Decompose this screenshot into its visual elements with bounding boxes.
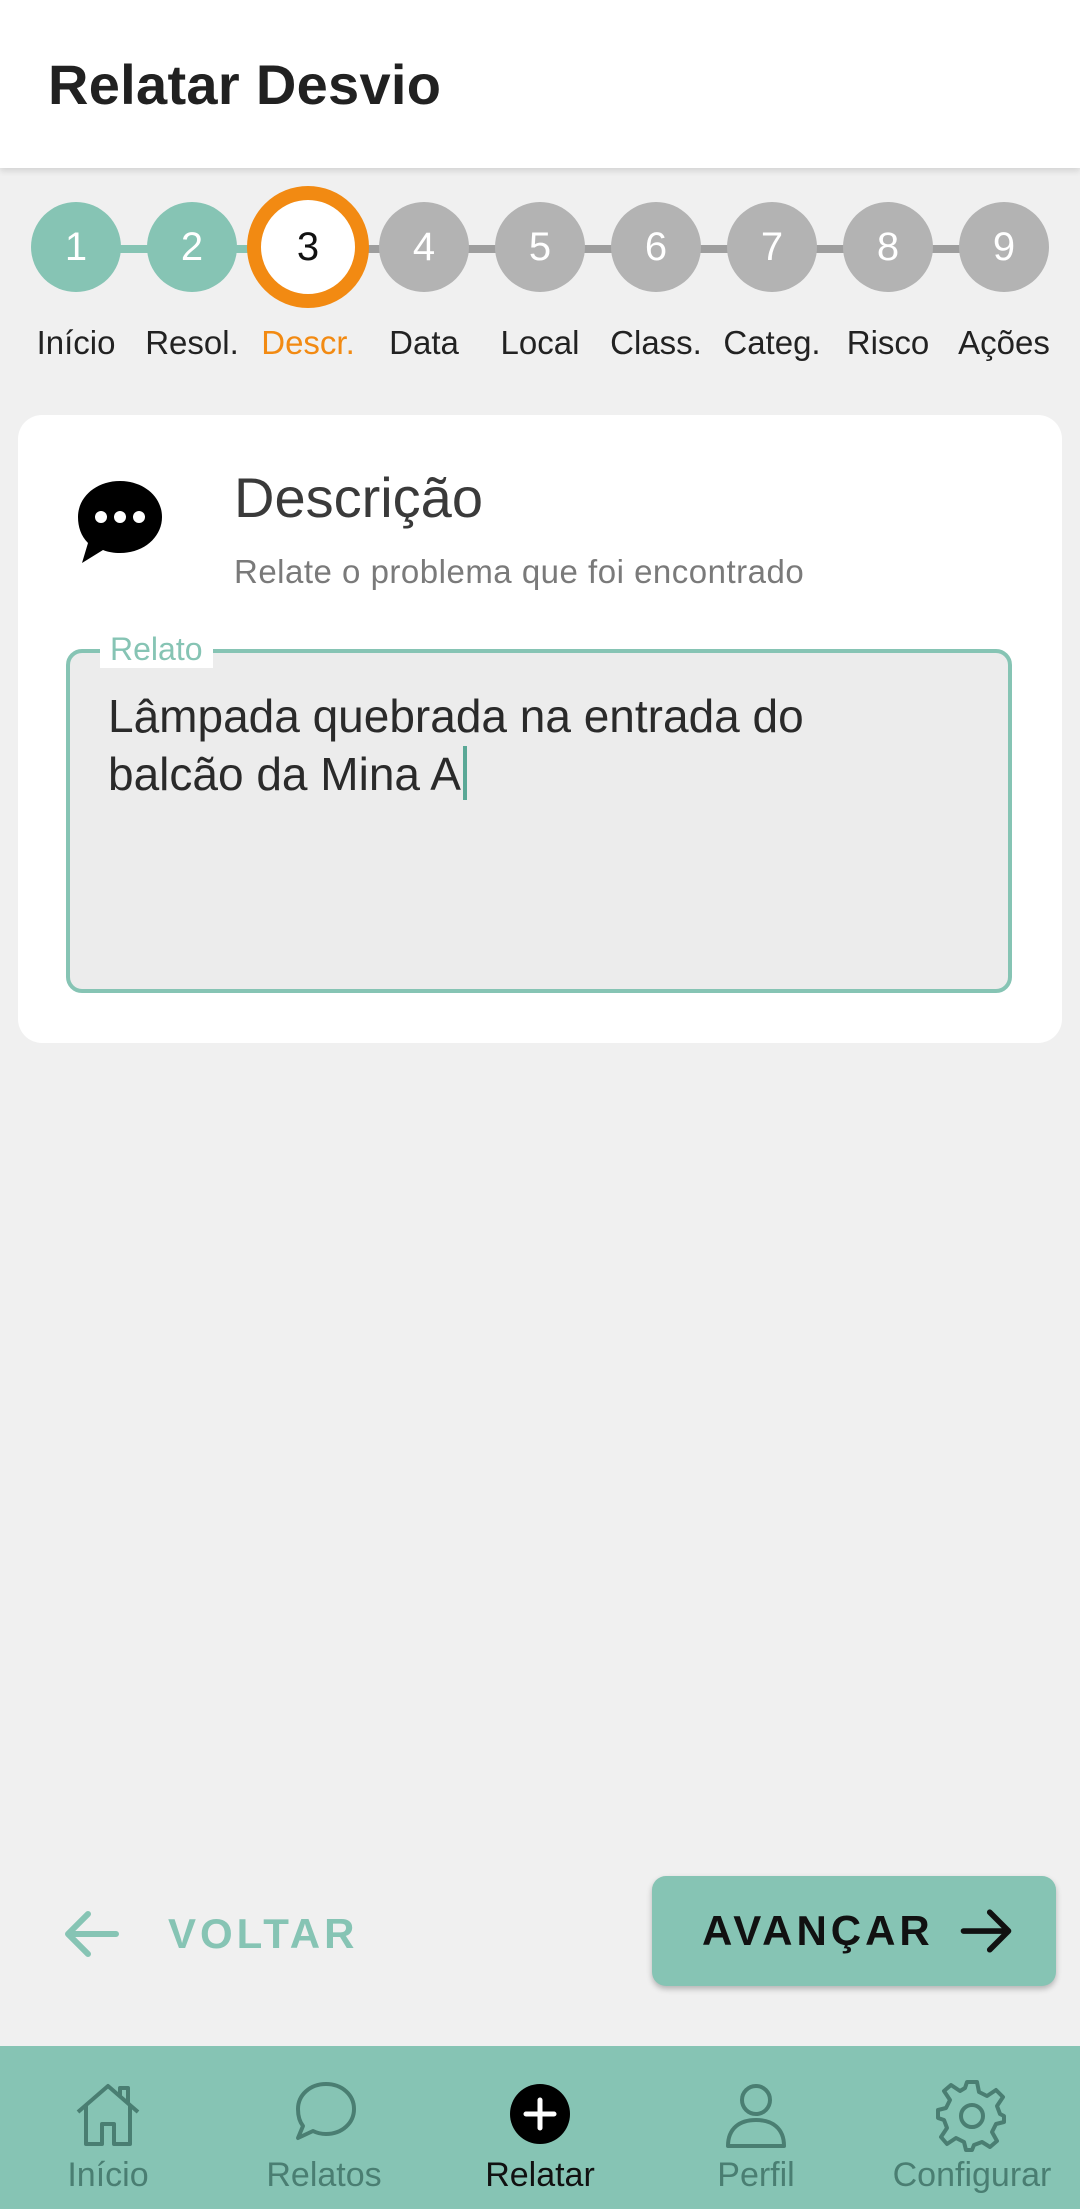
page-title: Relatar Desvio xyxy=(48,53,442,116)
step-number: 2 xyxy=(147,202,237,292)
nav-item-configurar[interactable]: Configurar xyxy=(864,2046,1080,2209)
step-7[interactable]: 7 Categ. xyxy=(714,180,830,380)
person-icon xyxy=(726,2084,786,2148)
step-number: 6 xyxy=(611,202,701,292)
progress-stepper: 1 Início 2 Resol. 3 Descr. 4 Data 5 Loca… xyxy=(0,180,1080,380)
nav-label: Relatar xyxy=(485,2156,595,2194)
step-number: 3 xyxy=(247,186,369,308)
home-icon xyxy=(76,2084,140,2146)
nav-item-inicio[interactable]: Início xyxy=(0,2046,216,2209)
step-2[interactable]: 2 Resol. xyxy=(134,180,250,380)
app-header: Relatar Desvio xyxy=(0,0,1080,168)
arrow-right-icon xyxy=(960,1909,1012,1953)
next-button[interactable]: AVANÇAR xyxy=(652,1876,1056,1986)
card-title: Descrição xyxy=(234,466,483,529)
step-8[interactable]: 8 Risco xyxy=(830,180,946,380)
relato-line-2: balcão da Mina A xyxy=(108,748,461,800)
nav-label: Início xyxy=(67,2156,149,2194)
chat-bubble-dots-icon xyxy=(78,481,162,563)
nav-label: Configurar xyxy=(892,2156,1052,2194)
nav-label: Perfil xyxy=(717,2156,795,2194)
next-button-label: AVANÇAR xyxy=(702,1907,934,1954)
step-number: 5 xyxy=(495,202,585,292)
nav-item-relatar[interactable]: Relatar xyxy=(432,2046,648,2209)
description-card: Descrição Relate o problema que foi enco… xyxy=(18,415,1062,1043)
step-label: Ações xyxy=(958,324,1050,361)
relato-line-1: Lâmpada quebrada na entrada do xyxy=(108,690,804,742)
nav-item-relatos[interactable]: Relatos xyxy=(216,2046,432,2209)
app-screen: Relatar Desvio 1 Início 2 Resol. 3 Descr… xyxy=(0,0,1080,2209)
bottom-navigation: Início Relatos Relatar Perfil Configurar xyxy=(0,2046,1080,2209)
relato-textarea[interactable]: Relato Lâmpada quebrada na entrada do ba… xyxy=(66,631,1012,993)
back-button-label: VOLTAR xyxy=(168,1910,359,1957)
gear-icon xyxy=(936,2080,1006,2152)
step-4[interactable]: 4 Data xyxy=(366,180,482,380)
step-number: 9 xyxy=(959,202,1049,292)
step-3[interactable]: 3 Descr. xyxy=(247,180,369,380)
text-cursor xyxy=(462,746,467,800)
chat-icon xyxy=(296,2082,356,2140)
relato-field-label: Relato xyxy=(100,631,213,668)
step-number: 7 xyxy=(727,202,817,292)
step-number: 4 xyxy=(379,202,469,292)
nav-item-perfil[interactable]: Perfil xyxy=(648,2046,864,2209)
nav-label: Relatos xyxy=(266,2156,382,2194)
step-6[interactable]: 6 Class. xyxy=(598,180,714,380)
step-5[interactable]: 5 Local xyxy=(482,180,598,380)
step-1[interactable]: 1 Início xyxy=(18,180,134,380)
step-number: 8 xyxy=(843,202,933,292)
back-button[interactable]: VOLTAR xyxy=(60,1890,358,1978)
relato-text-value: Lâmpada quebrada na entrada do balcão da… xyxy=(108,687,968,803)
arrow-left-icon xyxy=(65,1911,119,1957)
add-circle-icon xyxy=(510,2084,570,2144)
step-9[interactable]: 9 Ações xyxy=(946,180,1062,380)
card-subtitle: Relate o problema que foi encontrado xyxy=(234,553,805,590)
step-number: 1 xyxy=(31,202,121,292)
